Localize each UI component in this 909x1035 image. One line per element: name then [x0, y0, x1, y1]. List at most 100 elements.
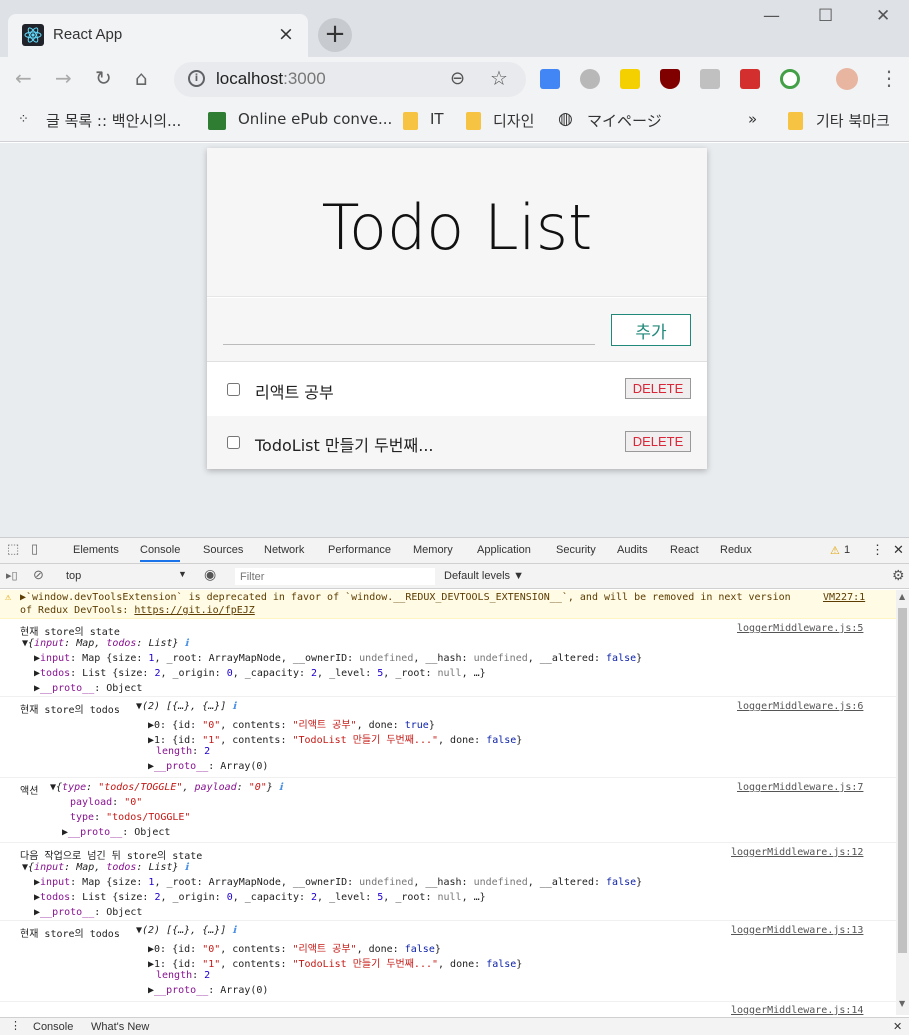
zoom-out-icon[interactable]: ⊖ [450, 68, 465, 89]
device-toolbar-icon[interactable]: ▯ [31, 541, 38, 557]
source-link[interactable]: loggerMiddleware.js:6 [737, 701, 863, 712]
drawer-close-icon[interactable]: ✕ [893, 1020, 902, 1033]
scroll-up-icon[interactable]: ▲ [899, 592, 905, 601]
log-label: 현재 store의 todos [20, 929, 120, 940]
profile-avatar[interactable] [836, 68, 858, 90]
camera-extension-icon[interactable] [620, 69, 640, 89]
bookmark-item[interactable]: 글 목록 :: 백안시의... [46, 110, 181, 131]
object-property[interactable]: ▶input: Map {size: 1, _root: ArrayMapNod… [34, 877, 642, 888]
scrollbar-thumb[interactable] [898, 608, 907, 953]
object-preview[interactable]: ▼{input: Map, todos: List} ℹ [22, 638, 188, 649]
tab-close-icon[interactable]: × [278, 23, 294, 45]
source-link[interactable]: loggerMiddleware.js:5 [737, 623, 863, 634]
array-item[interactable]: ▶1: {id: "1", contents: "TodoList 만들기 두번… [148, 955, 522, 970]
devtools-menu-icon[interactable]: ⋮ [871, 542, 884, 558]
tab-sources[interactable]: Sources [203, 544, 243, 556]
tab-audits[interactable]: Audits [617, 544, 648, 556]
back-arrow-icon[interactable]: ← [15, 66, 32, 90]
object-property[interactable]: ▶__proto__: Object [34, 683, 142, 694]
source-link[interactable]: loggerMiddleware.js:13 [731, 925, 863, 936]
home-icon[interactable]: ⌂ [135, 66, 148, 90]
tab-console[interactable]: Console [140, 544, 181, 562]
object-preview[interactable]: ▼(2) [{…}, {…}] ℹ [136, 701, 236, 712]
object-property[interactable]: ▶__proto__: Array(0) [148, 985, 268, 996]
todo-text: 리액트 공부 [255, 383, 334, 402]
new-tab-button[interactable]: + [318, 18, 352, 52]
tab-react[interactable]: React [670, 544, 699, 556]
delete-button[interactable]: DELETE [625, 378, 691, 399]
object-preview[interactable]: ▼{input: Map, todos: List} ℹ [22, 862, 188, 873]
source-link[interactable]: loggerMiddleware.js:14 [731, 1005, 863, 1015]
folder-icon [466, 112, 481, 130]
levels-dropdown[interactable]: Default levels ▼ [444, 570, 524, 582]
browser-tab[interactable]: React App × [8, 14, 308, 57]
source-link[interactable]: loggerMiddleware.js:7 [737, 782, 863, 793]
object-preview[interactable]: ▼(2) [{…}, {…}] ℹ [136, 925, 236, 936]
maximize-button[interactable]: ☐ [818, 6, 833, 26]
array-item[interactable]: ▶1: {id: "1", contents: "TodoList 만들기 두번… [148, 731, 522, 746]
reload-icon[interactable]: ↻ [95, 66, 112, 90]
drawer-menu-icon[interactable]: ⋮ [10, 1019, 21, 1032]
object-property[interactable]: ▶todos: List {size: 2, _origin: 0, _capa… [34, 668, 486, 679]
address-bar[interactable]: i localhost:3000 ⊖ ☆ [174, 62, 526, 97]
clear-console-icon[interactable]: ⊘ [33, 567, 44, 583]
object-property[interactable]: ▶todos: List {size: 2, _origin: 0, _capa… [34, 892, 486, 903]
tab-security[interactable]: Security [556, 544, 596, 556]
tab-application[interactable]: Application [477, 544, 531, 556]
object-property[interactable]: ▶input: Map {size: 1, _root: ArrayMapNod… [34, 653, 642, 664]
translate-extension-icon[interactable] [540, 69, 560, 89]
tab-performance[interactable]: Performance [328, 544, 391, 556]
object-property[interactable]: ▶__proto__: Object [34, 907, 142, 918]
todo-checkbox[interactable] [227, 383, 240, 396]
object-property[interactable]: ▶__proto__: Array(0) [148, 761, 268, 772]
bookmark-folder-it[interactable]: IT [430, 110, 444, 128]
delete-button[interactable]: DELETE [625, 431, 691, 452]
minimize-button[interactable]: — [763, 6, 780, 26]
source-link[interactable]: VM227:1 [823, 592, 865, 603]
tab-memory[interactable]: Memory [413, 544, 453, 556]
bookmark-item[interactable]: Online ePub conve... [238, 110, 392, 128]
devtools-close-icon[interactable]: ✕ [893, 542, 904, 558]
ublock-extension-icon[interactable] [660, 69, 680, 89]
bookmark-item[interactable]: マイページ [587, 110, 662, 131]
scroll-down-icon[interactable]: ▼ [899, 999, 905, 1008]
radar-extension-icon[interactable] [780, 69, 800, 89]
console-scrollbar[interactable]: ▲ ▼ [896, 590, 909, 1015]
drawer-tab-whats-new[interactable]: What's New [91, 1021, 149, 1033]
warning-url-link[interactable]: https://git.io/fpEJZ [134, 605, 254, 616]
source-link[interactable]: loggerMiddleware.js:12 [731, 847, 863, 858]
inspect-element-icon[interactable]: ⬚ [7, 541, 19, 557]
bookmarks-overflow-button[interactable]: » [748, 110, 757, 128]
info-icon[interactable]: i [188, 70, 205, 87]
bookmark-star-icon[interactable]: ☆ [490, 66, 508, 90]
window-close-button[interactable]: ✕ [876, 6, 890, 26]
sitemap-extension-icon[interactable] [580, 69, 600, 89]
other-bookmarks-folder[interactable]: 기타 북마크 [816, 110, 890, 131]
tab-network[interactable]: Network [264, 544, 304, 556]
bookmark-folder-design[interactable]: 디자인 [493, 110, 534, 131]
settings-gear-icon[interactable]: ⚙ [892, 567, 905, 584]
eye-icon[interactable]: ◉ [204, 566, 216, 583]
array-item[interactable]: ▶0: {id: "0", contents: "리액트 공부", done: … [148, 940, 441, 955]
todo-item[interactable]: TodoList 만들기 두번째... DELETE [207, 416, 707, 469]
clipboard-extension-icon[interactable] [700, 69, 720, 89]
todo-item[interactable]: 리액트 공부 DELETE [207, 363, 707, 416]
tab-redux[interactable]: Redux [720, 544, 752, 556]
todo-input[interactable] [223, 314, 595, 345]
menu-kebab-icon[interactable]: ⋮ [879, 66, 899, 90]
tab-elements[interactable]: Elements [73, 544, 119, 556]
drawer-tab-console[interactable]: Console [33, 1021, 73, 1033]
context-selector[interactable]: top ▼ [60, 567, 190, 585]
add-button[interactable]: 추가 [611, 314, 691, 346]
url-text[interactable]: localhost:3000 [216, 69, 326, 89]
react-devtools-extension-icon[interactable] [740, 69, 760, 89]
array-item[interactable]: ▶0: {id: "0", contents: "리액트 공부", done: … [148, 716, 435, 731]
forward-arrow-icon[interactable]: → [55, 66, 72, 90]
object-preview[interactable]: ▼{type: "todos/TOGGLE", payload: "0"} ℹ [50, 782, 283, 793]
console-filter-input[interactable] [235, 568, 435, 585]
todo-checkbox[interactable] [227, 436, 240, 449]
sidebar-toggle-icon[interactable]: ▸▯ [6, 569, 18, 582]
warning-icon[interactable]: ⚠ [830, 544, 840, 557]
warning-count[interactable]: 1 [844, 544, 850, 556]
object-property[interactable]: ▶__proto__: Object [62, 827, 170, 838]
